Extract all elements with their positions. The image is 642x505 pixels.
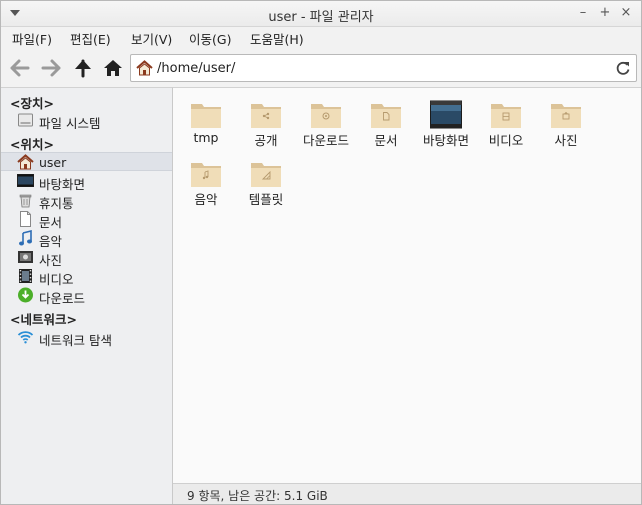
window-title: user - 파일 관리자 xyxy=(268,10,374,25)
close-button[interactable]: × xyxy=(618,5,634,21)
toolbar xyxy=(1,51,641,85)
sidebar-item-videos[interactable]: 비디오 xyxy=(1,267,172,287)
sidebar-item-desktop[interactable]: 바탕화면 xyxy=(1,172,172,192)
folder-templates-icon xyxy=(251,163,281,187)
sidebar-item-label: 다운로드 xyxy=(39,291,86,306)
title-bar[interactable]: user - 파일 관리자 – + × xyxy=(1,1,641,27)
maximize-button[interactable]: + xyxy=(597,5,613,21)
music-icon xyxy=(19,230,32,246)
sidebar-item-filesystem[interactable]: 파일 시스템 xyxy=(1,111,172,131)
menu-file[interactable]: 파일(F) xyxy=(12,29,52,48)
desktop-icon xyxy=(17,174,34,187)
forward-button[interactable] xyxy=(40,58,62,78)
sidebar-item-downloads[interactable]: 다운로드 xyxy=(1,286,172,306)
pictures-icon xyxy=(18,251,33,263)
video-icon xyxy=(19,269,32,283)
home-button[interactable] xyxy=(102,58,124,78)
sidebar: <장치> 파일 시스템 <위치> user 바탕화면 휴지통 문서 음악 사진 … xyxy=(1,87,173,504)
folder-icon xyxy=(191,104,221,128)
up-button[interactable] xyxy=(72,58,94,78)
back-arrow-icon xyxy=(10,59,30,77)
menu-edit[interactable]: 편집(E) xyxy=(70,29,111,48)
sidebar-item-documents[interactable]: 문서 xyxy=(1,210,172,230)
folder-pictures-icon xyxy=(551,104,581,128)
folder-desktop-icon xyxy=(430,100,462,129)
forward-arrow-icon xyxy=(41,59,61,77)
sidebar-item-trash[interactable]: 휴지통 xyxy=(1,191,172,211)
folder-documents-icon xyxy=(371,104,401,128)
status-bar: 9 항목, 남은 공간: 5.1 GiB xyxy=(173,483,641,504)
sidebar-item-music[interactable]: 음악 xyxy=(1,229,172,249)
drive-icon xyxy=(18,113,33,127)
minimize-button[interactable]: – xyxy=(575,5,591,21)
sidebar-header-network: <네트워크> xyxy=(10,312,77,327)
location-bar[interactable] xyxy=(130,54,637,82)
sidebar-item-label: 파일 시스템 xyxy=(39,116,101,131)
sidebar-item-pictures[interactable]: 사진 xyxy=(1,248,172,268)
up-arrow-icon xyxy=(75,59,91,78)
reload-icon[interactable] xyxy=(615,60,631,76)
sidebar-header-devices: <장치> xyxy=(10,96,54,111)
menu-help[interactable]: 도움말(H) xyxy=(250,29,304,48)
sidebar-item-browse-network[interactable]: 네트워크 탐색 xyxy=(1,328,172,348)
status-text: 9 항목, 남은 공간: 5.1 GiB xyxy=(187,489,328,503)
home-folder-icon xyxy=(136,60,153,76)
file-view[interactable]: tmp 공개 다운로드 문서 바탕화면 비디오 사진 음악 템플릿 xyxy=(173,87,641,483)
sidebar-item-label: 네트워크 탐색 xyxy=(39,333,112,348)
sidebar-item-user[interactable]: user xyxy=(1,152,172,171)
download-icon xyxy=(18,287,33,303)
home-icon xyxy=(104,60,122,76)
menu-bar: 파일(F) 편집(E) 보기(V) 이동(G) 도움말(H) xyxy=(1,27,641,49)
menu-go[interactable]: 이동(G) xyxy=(189,29,231,48)
sidebar-header-places: <위치> xyxy=(10,137,54,152)
file-item-label: 템플릿 xyxy=(248,192,284,207)
home-icon xyxy=(17,154,34,170)
wifi-icon xyxy=(17,331,34,344)
trash-icon xyxy=(19,194,32,208)
folder-videos-icon xyxy=(491,104,521,128)
location-input[interactable] xyxy=(157,59,597,77)
folder-download-icon xyxy=(311,104,341,128)
sidebar-item-label: user xyxy=(39,155,67,170)
document-icon xyxy=(20,211,31,227)
file-item-label: 사진 xyxy=(554,133,578,148)
folder-public-icon xyxy=(251,104,281,128)
file-manager-window: user - 파일 관리자 – + × 파일(F) 편집(E) 보기(V) 이동… xyxy=(0,0,642,505)
folder-music-icon xyxy=(191,163,221,187)
back-button[interactable] xyxy=(9,58,31,78)
file-item-templates[interactable]: 템플릿 xyxy=(234,159,296,211)
file-item-pictures[interactable]: 사진 xyxy=(534,100,596,152)
menu-view[interactable]: 보기(V) xyxy=(131,29,172,48)
